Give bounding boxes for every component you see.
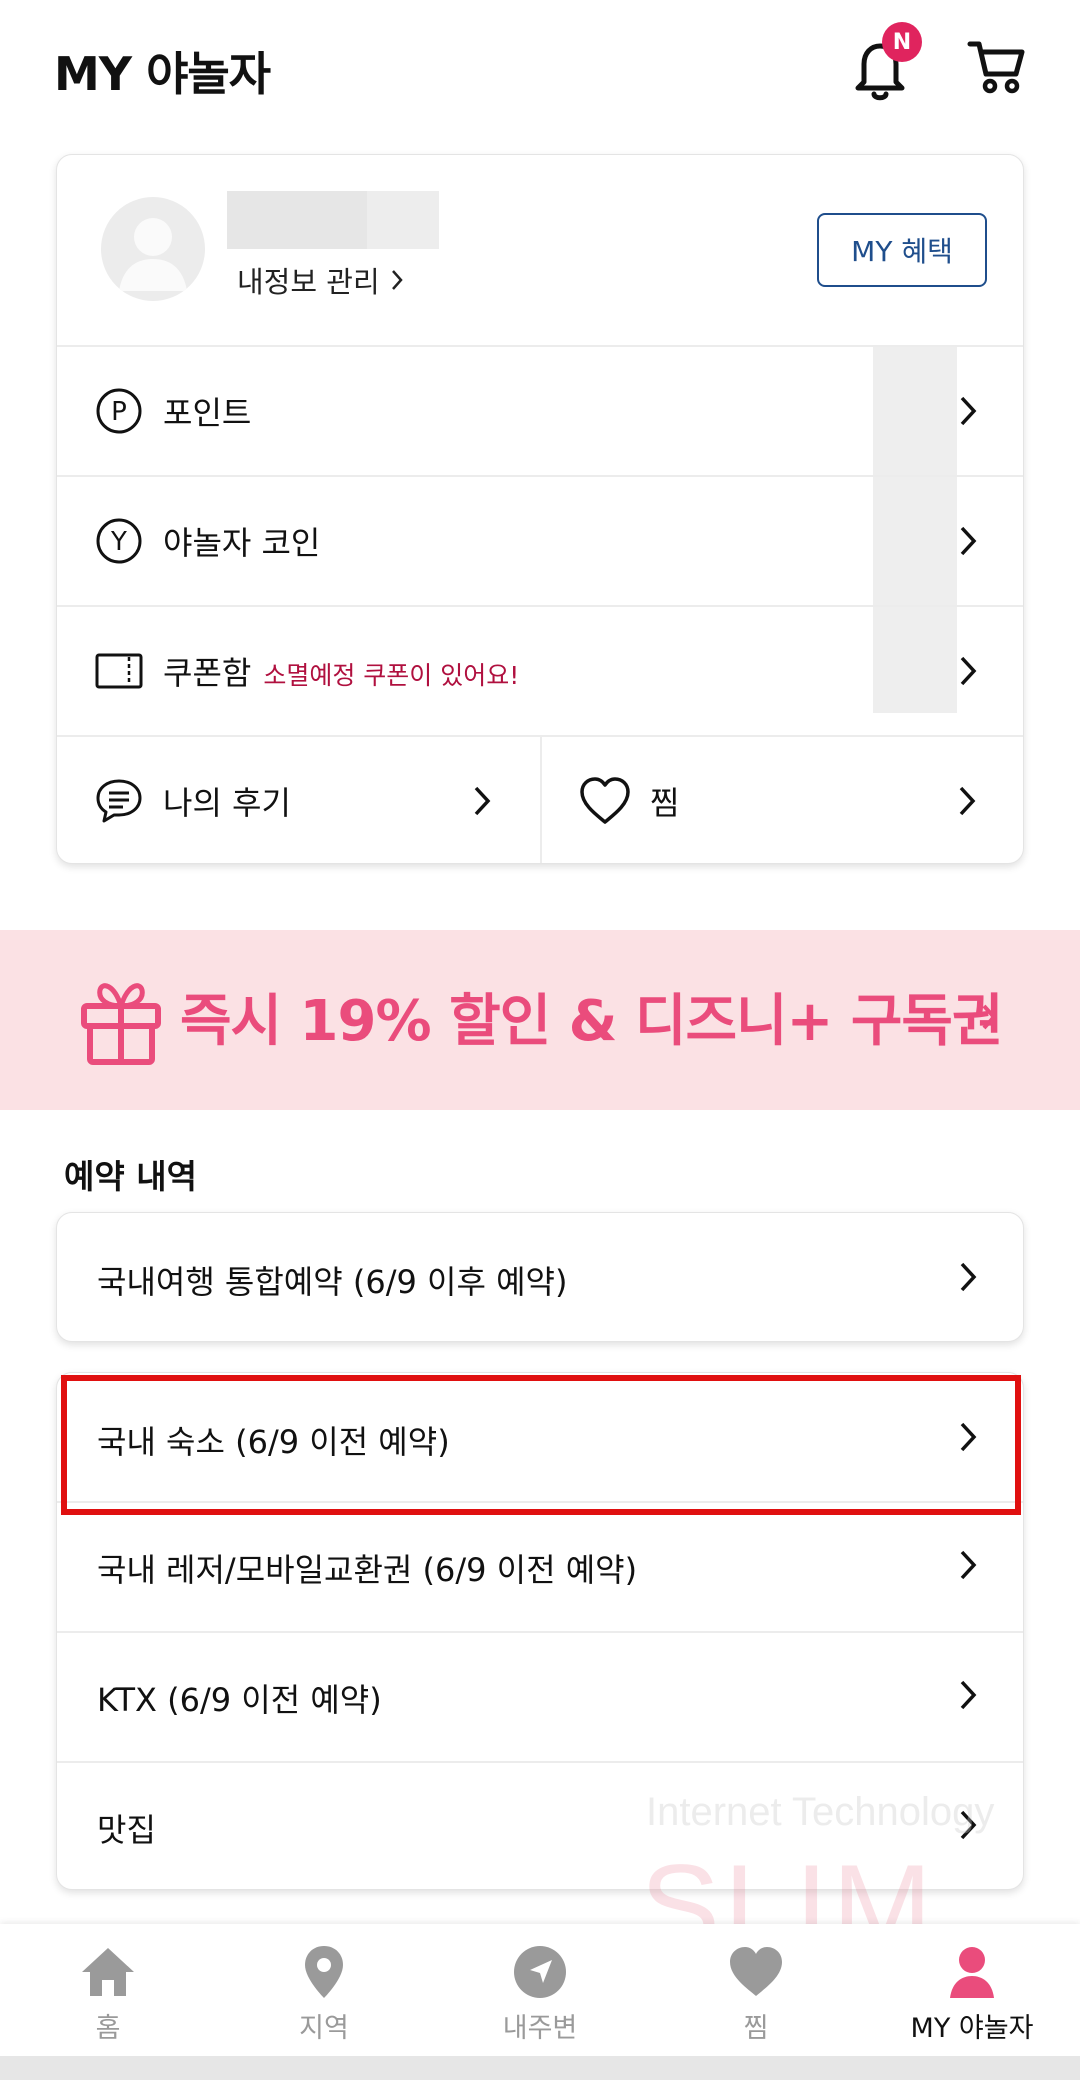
heart-outline-icon	[580, 777, 630, 824]
reservation-integrated-card[interactable]: 국내여행 통합예약 (6/9 이후 예약)	[56, 1212, 1024, 1342]
promo-banner[interactable]: 즉시 19% 할인 & 디즈니+ 구독권	[0, 930, 1080, 1110]
profile-card: 내정보 관리 MY 혜택 P 포인트 Y 야놀자 코인 쿠폰함 소멸예정 쿠폰이 …	[56, 154, 1024, 864]
menu-item-wishlist[interactable]: 찜	[542, 737, 1023, 863]
blurred-value	[873, 347, 957, 475]
chevron-right-icon	[960, 1262, 977, 1292]
reservation-item-label: KTX (6/9 이전 예약)	[97, 1681, 382, 1719]
navigation-arrow-icon	[514, 1946, 566, 1998]
nav-label-wishlist: 찜	[743, 2013, 769, 2044]
menu-label-review: 나의 후기	[163, 784, 291, 822]
blurred-username-part	[367, 191, 439, 249]
chevron-right-icon	[474, 786, 491, 816]
menu-label-wishlist: 찜	[650, 784, 680, 822]
profile-manage-link[interactable]: 내정보 관리	[237, 259, 404, 301]
my-benefit-button[interactable]: MY 혜택	[817, 213, 987, 287]
chevron-right-icon	[982, 1004, 997, 1030]
user-silhouette-icon	[103, 199, 203, 299]
highlight-box	[61, 1375, 1021, 1515]
nav-home[interactable]: 홈	[0, 1924, 216, 2056]
menu-item-review[interactable]: 나의 후기	[57, 737, 540, 863]
nav-region[interactable]: 지역	[216, 1924, 432, 2056]
nav-nearby[interactable]: 내주변	[432, 1924, 648, 2056]
reservation-item-label: 맛집	[97, 1811, 156, 1849]
point-circle-icon: P	[96, 388, 142, 434]
profile-manage-label: 내정보 관리	[237, 265, 380, 299]
section-title-reservations: 예약 내역	[64, 1157, 197, 1196]
chevron-right-icon	[960, 396, 977, 426]
nav-label-region: 지역	[299, 2013, 349, 2044]
coupon-expiry-note: 소멸예정 쿠폰이 있어요!	[263, 661, 520, 690]
location-pin-icon	[305, 1946, 343, 1998]
notification-badge: N	[882, 22, 922, 62]
cart-icon	[967, 41, 1025, 94]
coin-circle-icon: Y	[96, 518, 142, 564]
watermark-subtitle: Internet Technology	[646, 1790, 995, 1834]
person-icon	[950, 1947, 994, 1998]
system-bottom-bar	[0, 2056, 1080, 2080]
chevron-right-icon	[960, 1680, 977, 1710]
svg-text:Y: Y	[110, 527, 127, 557]
bottom-nav: 홈 지역 내주변 찜 MY 야놀자	[0, 1924, 1080, 2056]
home-icon	[82, 1948, 134, 1996]
gift-box-icon	[81, 983, 161, 1065]
reservation-item-ktx[interactable]: KTX (6/9 이전 예약)	[57, 1633, 1023, 1761]
chevron-right-icon	[391, 270, 403, 290]
blurred-value	[873, 477, 957, 605]
menu-label-coin: 야놀자 코인	[163, 524, 321, 562]
speech-bubble-icon	[96, 779, 142, 823]
chevron-right-icon	[960, 526, 977, 556]
avatar[interactable]	[101, 197, 205, 301]
nav-wishlist[interactable]: 찜	[648, 1924, 864, 2056]
blurred-value	[873, 607, 957, 713]
chevron-right-icon	[959, 786, 976, 816]
reservation-integrated-label: 국내여행 통합예약 (6/9 이후 예약)	[97, 1263, 568, 1301]
nav-label-home: 홈	[95, 2013, 121, 2044]
chevron-right-icon	[960, 1550, 977, 1580]
nav-label-nearby: 내주변	[502, 2013, 578, 2044]
promo-banner-text: 즉시 19% 할인 & 디즈니+ 구독권	[180, 989, 1003, 1054]
reservation-item-label: 국내 레저/모바일교환권 (6/9 이전 예약)	[97, 1551, 638, 1589]
nav-my-yanolja[interactable]: MY 야놀자	[864, 1924, 1080, 2056]
coupon-ticket-icon	[95, 653, 143, 689]
menu-item-point[interactable]: P 포인트	[57, 347, 1023, 475]
menu-label-coupon: 쿠폰함 소멸예정 쿠폰이 있어요!	[163, 648, 519, 694]
menu-label-point: 포인트	[163, 394, 252, 432]
chevron-right-icon	[960, 656, 977, 686]
nav-label-my-yanolja: MY 야놀자	[910, 2013, 1034, 2044]
coupon-label: 쿠폰함	[163, 654, 252, 692]
cart-button[interactable]	[966, 36, 1026, 96]
reservation-item-leisure[interactable]: 국내 레저/모바일교환권 (6/9 이전 예약)	[57, 1503, 1023, 1631]
page-title: MY 야놀자	[54, 47, 271, 101]
svg-text:P: P	[111, 397, 127, 427]
heart-icon	[730, 1947, 782, 1996]
menu-item-coin[interactable]: Y 야놀자 코인	[57, 477, 1023, 605]
menu-item-coupon[interactable]: 쿠폰함 소멸예정 쿠폰이 있어요!	[57, 607, 1023, 735]
